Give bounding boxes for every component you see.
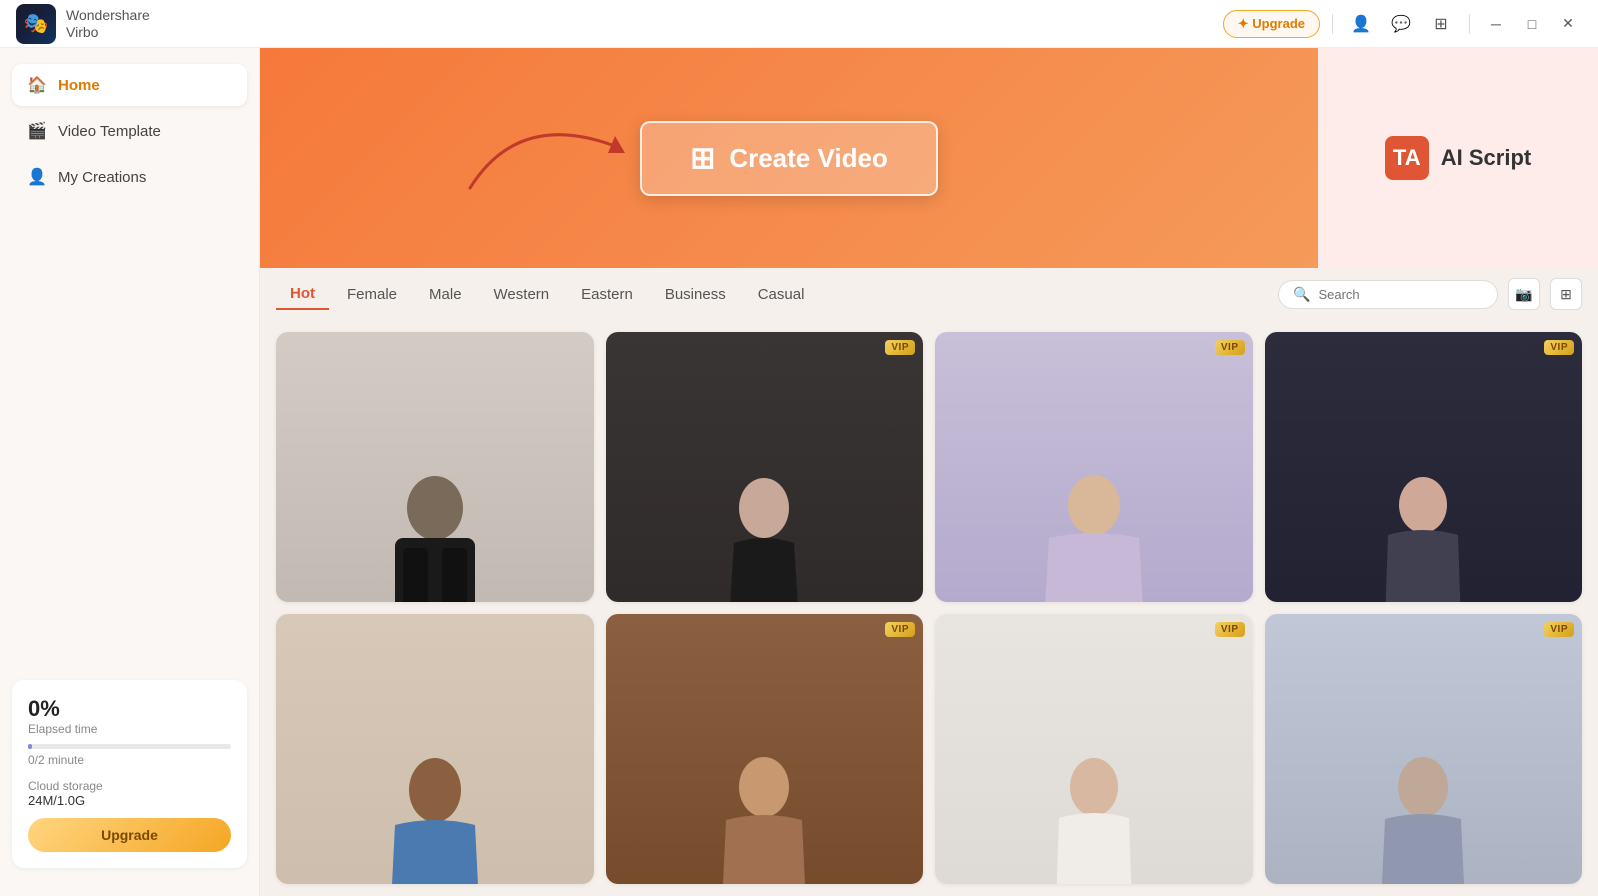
- arrow-decoration: [460, 88, 640, 208]
- filter-tab-casual[interactable]: Casual: [744, 280, 819, 309]
- avatar-silhouette: [1034, 463, 1154, 602]
- banner-side-ai-script[interactable]: TA AI Script: [1318, 48, 1598, 268]
- view-toggle-grid-button[interactable]: ⊞: [1550, 278, 1582, 310]
- search-box: 🔍: [1278, 280, 1498, 309]
- minimize-button[interactable]: ─: [1482, 10, 1510, 38]
- avatar-card-yaowen[interactable]: Yaowen - Finance: [276, 332, 594, 602]
- ai-script-label: AI Script: [1441, 145, 1531, 171]
- logo-icon: 🎭: [24, 11, 49, 36]
- filter-tab-western[interactable]: Western: [480, 280, 564, 309]
- filter-tab-male[interactable]: Male: [415, 280, 476, 309]
- avatar-silhouette: [1363, 463, 1483, 602]
- avatar-silhouette: [375, 745, 495, 884]
- avatar-card-lily[interactable]: VIP Lily - Fashion: [935, 332, 1253, 602]
- avatar-silhouette: [1363, 745, 1483, 884]
- maximize-button[interactable]: □: [1518, 10, 1546, 38]
- progress-bar: [28, 744, 231, 749]
- sidebar-bottom-panel: 0% Elapsed time 0/2 minute Cloud storage…: [12, 680, 247, 868]
- sidebar-item-home[interactable]: 🏠 Home: [12, 64, 247, 106]
- avatar-image-yaowen: [276, 332, 594, 602]
- avatar-image-7: VIP: [935, 614, 1253, 884]
- sidebar-nav: 🏠 Home 🎬 Video Template 👤 My Creations: [0, 64, 259, 668]
- avatar-card-8[interactable]: VIP: [1265, 614, 1583, 884]
- close-button[interactable]: ✕: [1554, 10, 1582, 38]
- create-video-label: Create Video: [729, 143, 887, 174]
- title-bar: 🎭 Wondershare Virbo ✦ Upgrade 👤 💬 ⊞ ─ □ …: [0, 0, 1598, 48]
- avatar-card-sofia-fashion[interactable]: VIP Sofia - Fashion: [1265, 332, 1583, 602]
- filter-tab-business[interactable]: Business: [651, 280, 740, 309]
- sidebar: 🏠 Home 🎬 Video Template 👤 My Creations 0…: [0, 48, 260, 896]
- avatar-image-5: [276, 614, 594, 884]
- search-input[interactable]: [1318, 287, 1483, 302]
- search-icon: 🔍: [1293, 286, 1310, 303]
- progress-bar-fill: [28, 744, 32, 749]
- apps-icon: ⊞: [1434, 14, 1447, 34]
- elapsed-time-label: Elapsed time: [28, 722, 231, 736]
- create-video-icon: ⊞: [690, 141, 715, 176]
- view-toggle-photo-button[interactable]: 📷: [1508, 278, 1540, 310]
- sidebar-item-my-creations[interactable]: 👤 My Creations: [12, 156, 247, 198]
- ai-script-icon: TA: [1385, 136, 1429, 180]
- home-icon: 🏠: [26, 74, 48, 96]
- filter-tab-eastern[interactable]: Eastern: [567, 280, 647, 309]
- filter-tab-hot[interactable]: Hot: [276, 279, 329, 310]
- avatar-silhouette: [704, 463, 824, 602]
- banner-area: ⊞ Create Video TA AI Script: [260, 48, 1598, 268]
- chat-icon: 💬: [1391, 14, 1411, 34]
- main-content: ⊞ Create Video TA AI Script Hot Female M…: [260, 48, 1598, 896]
- avatar-image-sofia-staff: VIP: [606, 332, 924, 602]
- avatar-grid: Yaowen - Finance VIP Sofia - Staff VI: [260, 320, 1598, 896]
- app-body: 🏠 Home 🎬 Video Template 👤 My Creations 0…: [0, 48, 1598, 896]
- avatar-image-lily: VIP: [935, 332, 1253, 602]
- app-identity: 🎭 Wondershare Virbo: [16, 4, 150, 44]
- sidebar-item-video-template-label: Video Template: [58, 123, 161, 140]
- banner-main[interactable]: ⊞ Create Video: [260, 48, 1318, 268]
- avatar-silhouette: [704, 745, 824, 884]
- cloud-storage-value: 24M/1.0G: [28, 793, 231, 808]
- sidebar-upgrade-button[interactable]: Upgrade: [28, 818, 231, 852]
- avatar-image-6: VIP: [606, 614, 924, 884]
- upgrade-button[interactable]: ✦ Upgrade: [1223, 10, 1320, 38]
- usage-percent: 0%: [28, 696, 231, 722]
- avatar-card-sofia-staff[interactable]: VIP Sofia - Staff: [606, 332, 924, 602]
- video-template-icon: 🎬: [26, 120, 48, 142]
- avatar-silhouette: [375, 463, 495, 602]
- title-bar-actions: ✦ Upgrade 👤 💬 ⊞ ─ □ ✕: [1223, 8, 1582, 40]
- user-icon-button[interactable]: 👤: [1345, 8, 1377, 40]
- usage-time-value: 0/2 minute: [28, 753, 231, 767]
- apps-icon-button[interactable]: ⊞: [1425, 8, 1457, 40]
- avatar-image-sofia-fashion: VIP: [1265, 332, 1583, 602]
- filter-tab-female[interactable]: Female: [333, 280, 411, 309]
- avatar-image-8: VIP: [1265, 614, 1583, 884]
- create-video-button[interactable]: ⊞ Create Video: [640, 121, 938, 196]
- avatar-card-5[interactable]: [276, 614, 594, 884]
- user-icon: 👤: [1351, 14, 1371, 34]
- sidebar-item-my-creations-label: My Creations: [58, 169, 146, 186]
- avatar-card-6[interactable]: VIP: [606, 614, 924, 884]
- my-creations-icon: 👤: [26, 166, 48, 188]
- avatar-card-7[interactable]: VIP: [935, 614, 1253, 884]
- filter-bar: Hot Female Male Western Eastern Business…: [260, 268, 1598, 320]
- divider2: [1469, 14, 1470, 34]
- app-logo: 🎭: [16, 4, 56, 44]
- cloud-storage-label: Cloud storage: [28, 779, 231, 793]
- app-name-block: Wondershare Virbo: [66, 7, 150, 41]
- divider: [1332, 14, 1333, 34]
- avatar-silhouette: [1034, 745, 1154, 884]
- sidebar-item-video-template[interactable]: 🎬 Video Template: [12, 110, 247, 152]
- app-name: Wondershare Virbo: [66, 7, 150, 41]
- sidebar-item-home-label: Home: [58, 77, 100, 94]
- chat-icon-button[interactable]: 💬: [1385, 8, 1417, 40]
